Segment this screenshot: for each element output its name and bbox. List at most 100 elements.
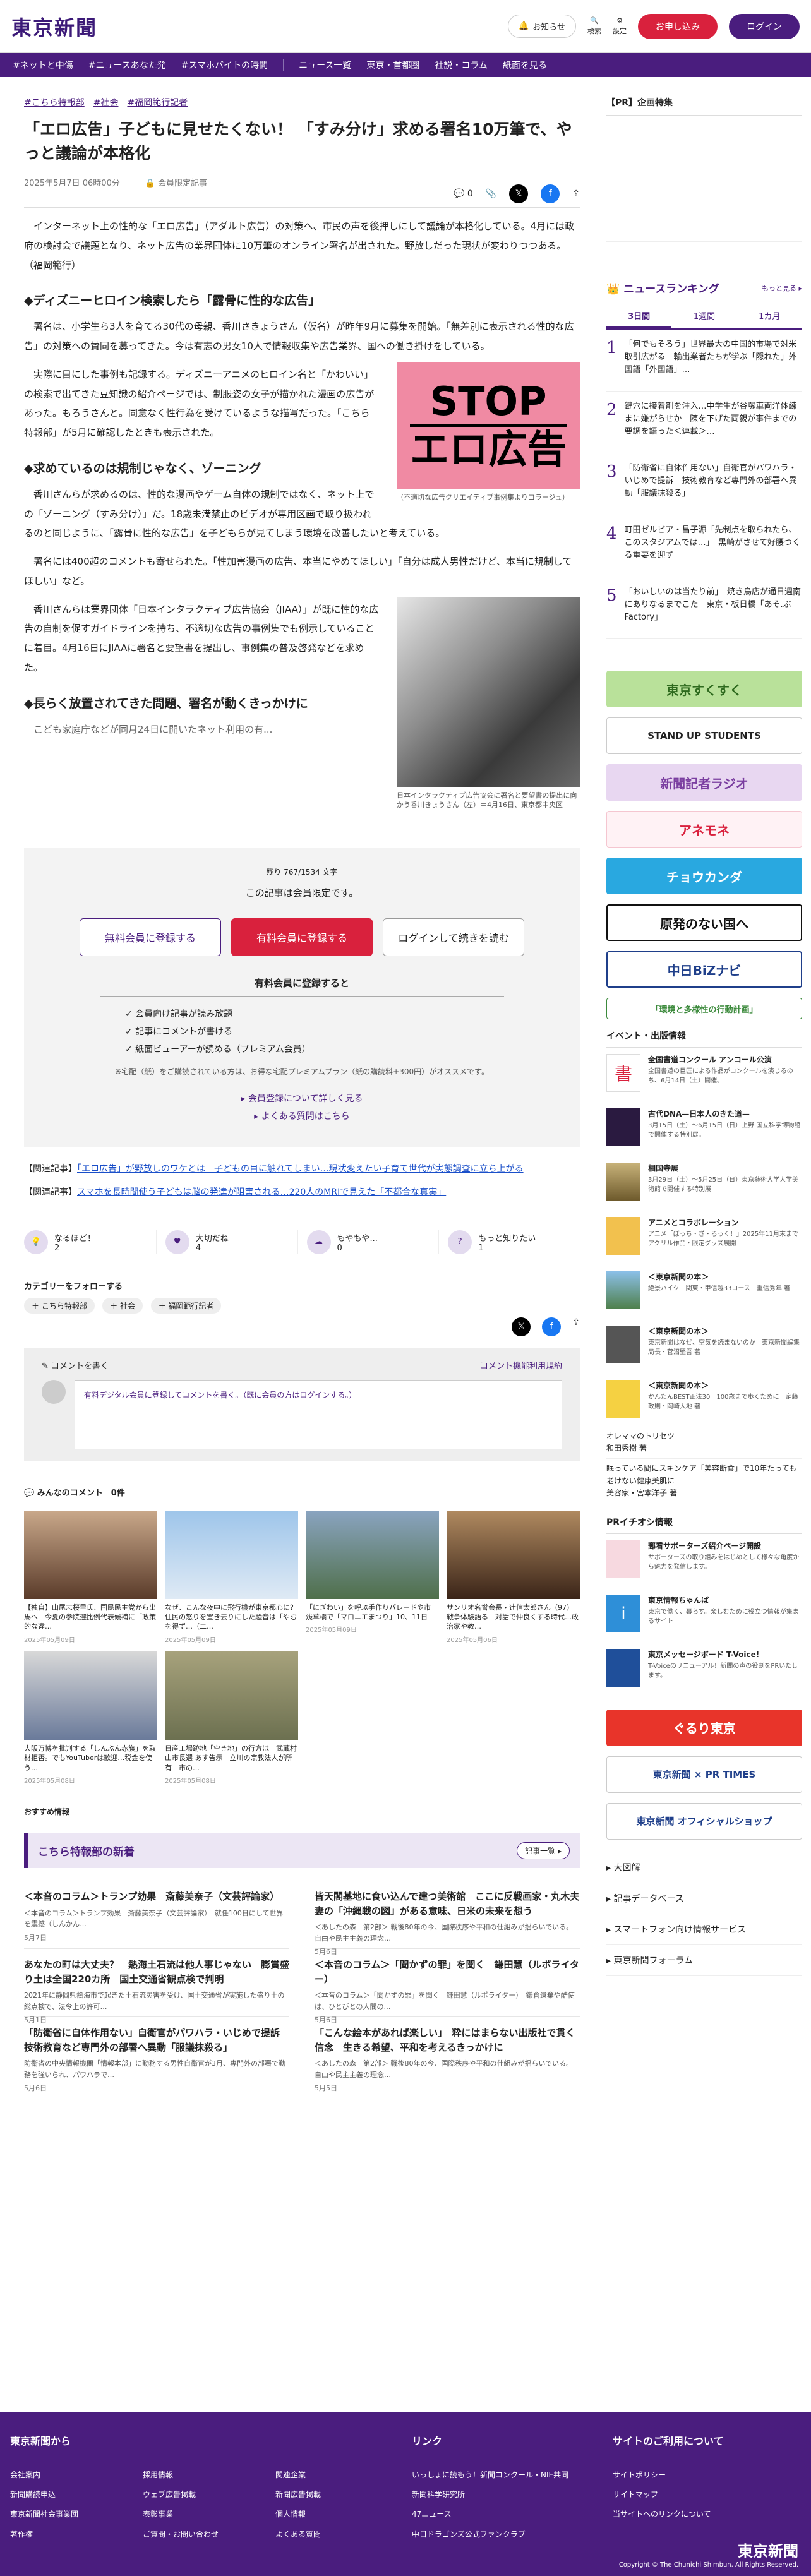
side-link[interactable]: ▸ スマートフォン向け情報サービス bbox=[606, 1914, 802, 1945]
faq-link[interactable]: ▸ よくある質問はこちら bbox=[43, 1110, 561, 1122]
footer-link[interactable]: 個人情報 bbox=[275, 2505, 402, 2524]
login-continue-button[interactable]: ログインして続きを読む bbox=[383, 918, 524, 957]
feed-item[interactable]: 「こんな絵本があれば楽しい」 粋にはまらない出版社で貫く信念 生きる希望、平和を… bbox=[315, 2017, 580, 2092]
apply-button[interactable]: お申し込み bbox=[638, 13, 718, 39]
footer-link[interactable]: いっしょに読もう！新聞コンクール・NIE共同 bbox=[412, 2465, 568, 2485]
feed-item[interactable]: ＜本音のコラム＞トランプ効果 斎藤美奈子（文芸評論家） ＜本音のコラム＞トランプ効… bbox=[24, 1881, 289, 1949]
nav-item-tag3[interactable]: #スマホバイトの時間 bbox=[181, 59, 268, 71]
footer-link[interactable]: 新聞科学研究所 bbox=[412, 2485, 568, 2505]
event-item[interactable]: ＜東京新聞の本＞ 絶景ハイク 関東・甲信越33コース 重信秀年 著 bbox=[606, 1265, 802, 1319]
ranking-item[interactable]: 1 「何でもそろう」世界最大の中国的市場で対米取引広がる 輸出業者たちが学ぶ「隠れ… bbox=[606, 330, 802, 392]
nav-item-tokyo[interactable]: 東京・首都圏 bbox=[366, 59, 419, 71]
side-link[interactable]: ▸ 記事データベース bbox=[606, 1883, 802, 1914]
banner-sukusuku[interactable]: 東京すくすく bbox=[606, 671, 802, 707]
reaction-moyamoya[interactable]: ☁ もやもや... 0 bbox=[306, 1230, 440, 1254]
footer-link[interactable]: 47ニュース bbox=[412, 2505, 568, 2524]
footer-link[interactable]: 新聞購読申込 bbox=[10, 2485, 143, 2505]
footer-link[interactable]: 著作権 bbox=[10, 2525, 143, 2544]
pr-item[interactable]: i 東京情報ちゃんぱ 東京で働く、暮らす。楽しむために役立つ情報が集まるサイト bbox=[606, 1588, 802, 1643]
share-icon[interactable]: ⇪ bbox=[572, 189, 580, 199]
book-title[interactable]: 眠っている間にスキンケア「美容断食」で10年たっても老けない健康美肌に bbox=[606, 1458, 802, 1487]
side-link[interactable]: ▸ 東京新聞フォーラム bbox=[606, 1945, 802, 1976]
book-title[interactable]: オレママのトリセツ bbox=[606, 1430, 802, 1442]
tab-3days[interactable]: 3日間 bbox=[606, 304, 672, 328]
related-link[interactable]: 「エロ広告」が野放しのワケとは 子どもの目に触れてしまい…現状変えたい子育て世代… bbox=[77, 1164, 524, 1174]
site-logo[interactable]: 東京新聞 bbox=[11, 12, 97, 41]
event-item[interactable]: 古代DNA—日本人のきた道— 3月15日（土）～6月15日（日）上野 国立科学博物… bbox=[606, 1102, 802, 1156]
banner-radio[interactable]: 新聞記者ラジオ bbox=[606, 764, 802, 801]
banner-genpatsu[interactable]: 原発のない国へ bbox=[606, 904, 802, 941]
footer-link[interactable]: サイトポリシー bbox=[613, 2465, 724, 2485]
side-link[interactable]: ▸ 大図解 bbox=[606, 1852, 802, 1883]
nav-item-paper[interactable]: 紙面を見る bbox=[503, 59, 547, 71]
settings-button[interactable]: ⚙ 設定 bbox=[613, 16, 627, 36]
footer-link[interactable]: 東京新聞社会事業団 bbox=[10, 2505, 143, 2524]
footer-link[interactable]: 中日ドラゴンズ公式ファンクラブ bbox=[412, 2525, 568, 2544]
footer-link[interactable]: 関連企業 bbox=[275, 2465, 402, 2485]
search-button[interactable]: 🔍 検索 bbox=[587, 16, 601, 36]
event-item[interactable]: ＜東京新聞の本＞ 東京新聞はなぜ、空気を読まないのか 東京新聞編集局長・菅沼堅吾 … bbox=[606, 1319, 802, 1374]
ranking-item[interactable]: 3 「防衛省に自体作用ない」自衛官がパワハラ・いじめで提訴 技術教育など専門外の部… bbox=[606, 453, 802, 515]
tag-link[interactable]: #社会 bbox=[93, 96, 119, 109]
grid-item[interactable]: サンリオ名誉会長・辻信太郎さん（97）戦争体験語る 対話で仲良くする時代…政治家… bbox=[447, 1510, 580, 1644]
comment-policy-link[interactable]: コメント機能利用規約 bbox=[480, 1359, 562, 1371]
share-icon[interactable]: ⇪ bbox=[572, 1317, 580, 1336]
event-item[interactable]: 相国寺展 3月29日（土）～5月25日（日）東京藝術大学大学美術館で開催する特別展 bbox=[606, 1156, 802, 1211]
pr-item[interactable]: 東京メッセージボード T-Voice! T-Voiceのリニューアル！新聞の声の役… bbox=[606, 1643, 802, 1697]
banner-bizNavi[interactable]: 中日BiZナビ bbox=[606, 951, 802, 988]
comment-input[interactable]: 有料デジタル会員に登録してコメントを書く。（既に会員の方はログインする。） bbox=[75, 1379, 562, 1449]
tag-link[interactable]: #福岡範行記者 bbox=[127, 96, 188, 109]
feed-item[interactable]: ＜本音のコラム＞「聞かずの罪」を聞く 鎌田慧（ルポライター） ＜本音のコラム＞「聞… bbox=[315, 1949, 580, 2024]
nav-item-tag1[interactable]: #ネットと中傷 bbox=[13, 59, 73, 71]
x-share-icon[interactable]: 𝕏 bbox=[509, 184, 529, 203]
follow-chip[interactable]: ＋ 社会 bbox=[102, 1297, 143, 1314]
event-item[interactable]: 書全国書道コンクール アンコール公演 全国書道の巨匠による作品がコンクールを演じる… bbox=[606, 1048, 802, 1102]
ranking-item[interactable]: 4 町田ゼルビア・昌子源「先制点を取られたら、このスタジアムでは…」 黒崎がさせて… bbox=[606, 515, 802, 577]
footer-logo[interactable]: 東京新聞 bbox=[738, 2539, 798, 2561]
banner-gururi[interactable]: ぐるり東京 bbox=[606, 1709, 802, 1746]
x-share-icon[interactable]: 𝕏 bbox=[512, 1317, 531, 1336]
clip-icon[interactable]: 📎 bbox=[486, 189, 496, 199]
grid-item[interactable]: なぜ、こんな夜中に飛行機が東京都心に？住民の怒りを置き去りにした騒音は「やむを得… bbox=[165, 1510, 298, 1644]
tab-1month[interactable]: 1カ月 bbox=[737, 304, 802, 328]
footer-link[interactable]: ウェブ広告掲載 bbox=[143, 2485, 275, 2505]
banner-environment[interactable]: 「環境と多様性の行動計画」 bbox=[606, 998, 802, 1019]
feed-item[interactable]: あなたの町は大丈夫？ 熱海土石流は他人事じゃない 膨賞盛り土は全国220カ所 国… bbox=[24, 1949, 289, 2024]
grid-item[interactable]: 大阪万博を批判する「しんぶん赤旗」を取材拒否。でもYouTuberは歓迎…税金を… bbox=[24, 1651, 157, 1785]
tab-1week[interactable]: 1週間 bbox=[671, 304, 736, 328]
follow-chip[interactable]: ＋ こちら特報部 bbox=[24, 1297, 95, 1314]
reaction-motto[interactable]: ? もっと知りたい 1 bbox=[448, 1230, 580, 1254]
login-button[interactable]: ログイン bbox=[729, 13, 800, 39]
free-register-button[interactable]: 無料会員に登録する bbox=[80, 918, 221, 957]
banner-chokanda[interactable]: チョウカンダ bbox=[606, 858, 802, 894]
banner-anemone[interactable]: アネモネ bbox=[606, 811, 802, 848]
nav-item-news[interactable]: ニュース一覧 bbox=[299, 59, 351, 71]
banner-prtimes[interactable]: 東京新聞 × PR TIMES bbox=[606, 1756, 802, 1793]
footer-link[interactable]: 表彰事業 bbox=[143, 2505, 275, 2524]
footer-link[interactable]: 新聞広告掲載 bbox=[275, 2485, 402, 2505]
banner-stand-up[interactable]: STAND UP STUDENTS bbox=[606, 717, 802, 754]
footer-link[interactable]: サイトマップ bbox=[613, 2485, 724, 2505]
event-item[interactable]: アニメとコラボレーション アニメ「ぼっち・ざ・ろっく！」2025年11月末までアク… bbox=[606, 1211, 802, 1265]
ranking-item[interactable]: 2 鍵穴に接着剤を注入…中学生が谷塚車両洋体練まに嫌がらせか 陳を下げた両親が事件… bbox=[606, 392, 802, 453]
event-item[interactable]: ＜東京新聞の本＞ かんたんBEST正法30 100歳まで歩くために 定藤政則・岡崎… bbox=[606, 1374, 802, 1428]
feed-item[interactable]: 「防衛省に自体作用ない」自衛官がパワハラ・いじめで提訴 技術教育など専門外の部署… bbox=[24, 2017, 289, 2092]
reaction-naruhodo[interactable]: 💡 なるほど！ 2 bbox=[24, 1230, 157, 1254]
tag-link[interactable]: #こちら特報部 bbox=[24, 96, 85, 109]
reaction-taisetsu[interactable]: ♥ 大切だね 4 bbox=[165, 1230, 298, 1254]
facebook-share-icon[interactable]: f bbox=[541, 184, 560, 203]
grid-item[interactable]: 「にぎわい」を呼ぶ手作りパレードや市 浅草橋で「マロニエまつり」10、11日 20… bbox=[306, 1510, 439, 1644]
footer-link[interactable]: よくある質問 bbox=[275, 2525, 402, 2544]
ranking-item[interactable]: 5 「おいしいのは当たり前」 焼き鳥店が通日週南にありなるまでこた 東京・板日橋「… bbox=[606, 577, 802, 639]
feed-item[interactable]: 皆天閣基地に食い込んで建つ美術館 ここに反戦画家・丸木夫妻の「沖縄戦の図」がある… bbox=[315, 1881, 580, 1956]
follow-chip[interactable]: ＋ 福岡範行記者 bbox=[150, 1297, 222, 1314]
grid-item[interactable]: 日産工場跡地「空き地」の行方は 武蔵村山市長選 あす告示 立川の宗教法人が所有 … bbox=[165, 1651, 298, 1785]
nav-item-tag2[interactable]: #ニュースあなた発 bbox=[88, 59, 166, 71]
notice-button[interactable]: 🔔 お知らせ bbox=[508, 15, 576, 38]
footer-link[interactable]: 当サイトへのリンクについて bbox=[613, 2505, 724, 2524]
more-membership-link[interactable]: ▸ 会員登録について詳しく見る bbox=[43, 1092, 561, 1105]
footer-link[interactable]: 採用情報 bbox=[143, 2465, 275, 2485]
pr-item[interactable]: 郵看サポーターズ紹介ページ開設 サポーターズの取り組みをはじめとして様々な角度から… bbox=[606, 1534, 802, 1588]
facebook-share-icon[interactable]: f bbox=[542, 1317, 562, 1336]
grid-item[interactable]: 【独自】山尾志桜里氏、国民民主党から出馬へ 今夏の参院選比例代表候補に「政策的な… bbox=[24, 1510, 157, 1644]
